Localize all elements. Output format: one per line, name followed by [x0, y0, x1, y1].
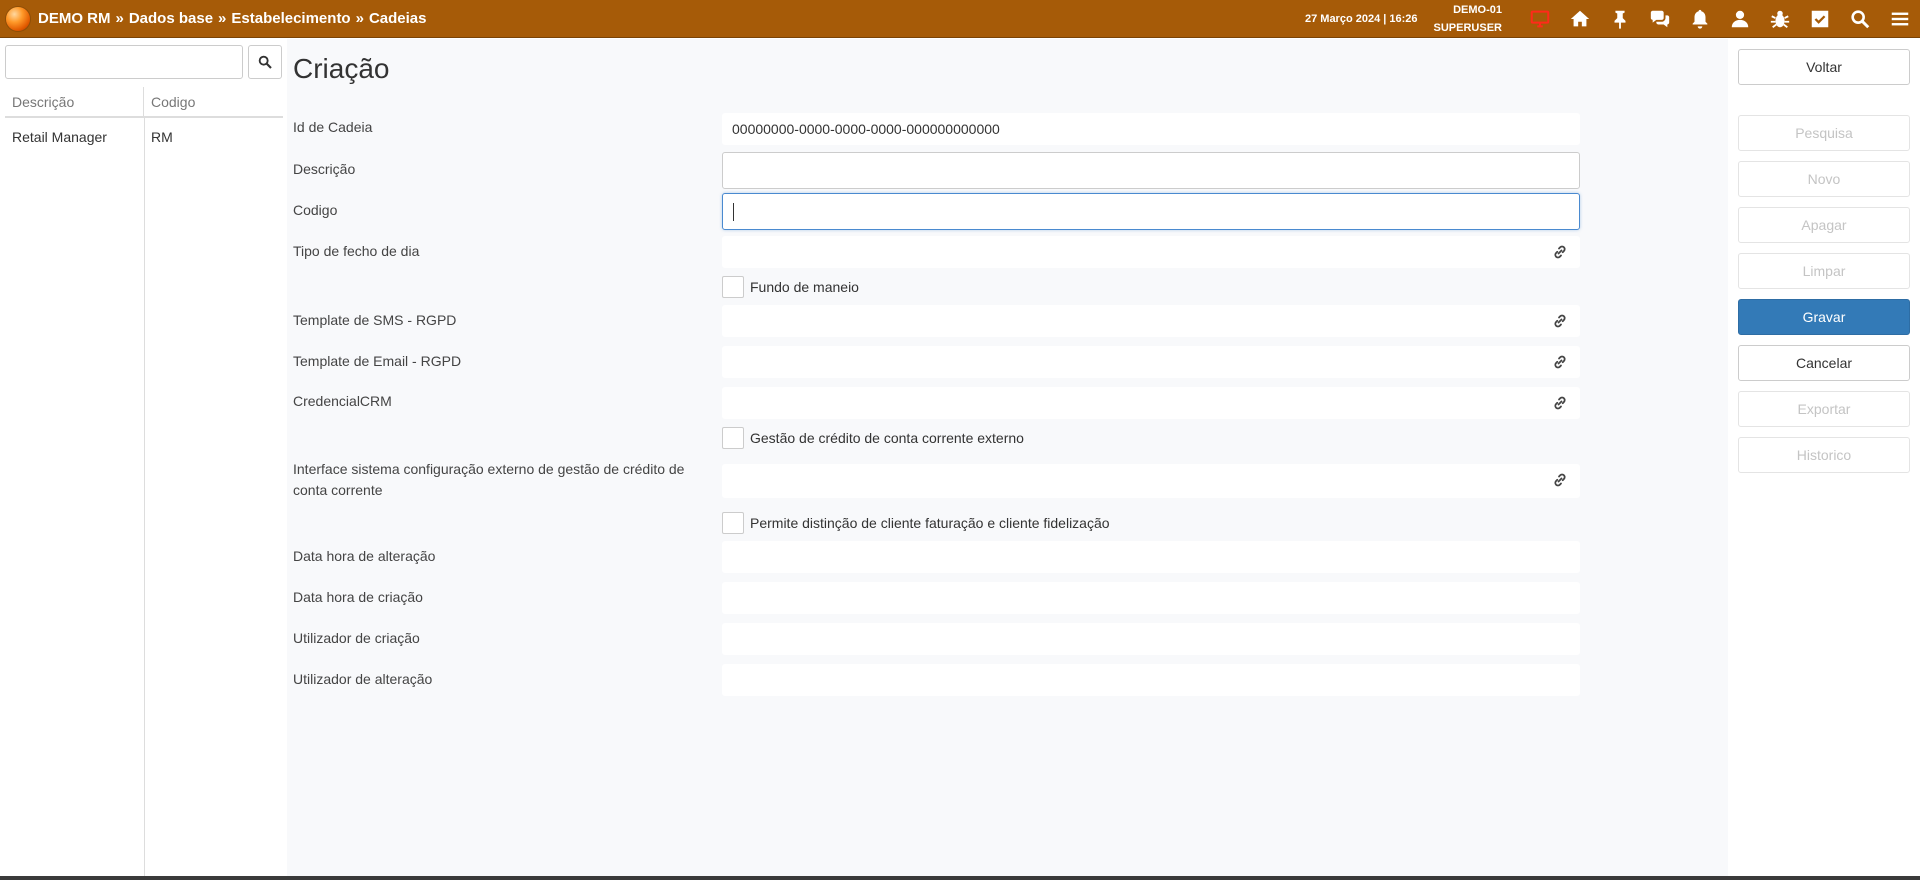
breadcrumb-item-estabelecimento[interactable]: Estabelecimento: [231, 10, 350, 27]
breadcrumb: DEMO RM » Dados base » Estabelecimento »…: [38, 10, 427, 27]
cell-descricao: Retail Manager: [12, 129, 107, 145]
breadcrumb-item-cadeias[interactable]: Cadeias: [369, 10, 427, 27]
user-icon[interactable]: [1720, 0, 1760, 38]
novo-button[interactable]: Novo: [1738, 161, 1910, 197]
user-name: SUPERUSER: [1433, 21, 1502, 34]
distincao-cliente-checkbox[interactable]: [722, 512, 744, 534]
pin-icon[interactable]: [1600, 0, 1640, 38]
gestao-credito-label: Gestão de crédito de conta corrente exte…: [750, 430, 1024, 446]
exportar-button[interactable]: Exportar: [1738, 391, 1910, 427]
breadcrumb-separator: »: [355, 10, 364, 27]
monitor-icon[interactable]: [1520, 0, 1560, 38]
label-utilizador-alteracao: Utilizador de alteração: [293, 671, 433, 687]
historico-button[interactable]: Historico: [1738, 437, 1910, 473]
data-alteracao-field: [722, 541, 1580, 573]
bell-icon[interactable]: [1680, 0, 1720, 38]
gravar-button[interactable]: Gravar: [1738, 299, 1910, 335]
link-icon[interactable]: [1552, 244, 1568, 260]
text-caret: [733, 202, 734, 221]
interface-sistema-field[interactable]: [722, 464, 1580, 498]
utilizador-alteracao-field: [722, 664, 1580, 696]
label-data-alteracao: Data hora de alteração: [293, 548, 436, 564]
label-tipo-fecho: Tipo de fecho de dia: [293, 243, 420, 259]
limpar-button[interactable]: Limpar: [1738, 253, 1910, 289]
page-title: Criação: [293, 53, 390, 84]
breadcrumb-item-dados-base[interactable]: Dados base: [129, 10, 213, 27]
label-template-email: Template de Email - RGPD: [293, 353, 462, 369]
bottom-strip: [0, 876, 1920, 880]
cell-codigo: RM: [151, 129, 173, 145]
link-icon[interactable]: [1552, 472, 1568, 488]
search-icon: [258, 55, 272, 69]
utilizador-criacao-field: [722, 623, 1580, 655]
column-header-codigo[interactable]: Codigo: [144, 87, 283, 116]
label-descricao: Descrição: [293, 161, 356, 177]
distincao-cliente-checkbox-row[interactable]: Permite distinção de cliente faturação e…: [722, 512, 1110, 534]
bug-icon[interactable]: [1760, 0, 1800, 38]
action-panel: Voltar Pesquisa Novo Apagar Limpar Grava…: [1728, 39, 1920, 880]
template-email-field[interactable]: [722, 346, 1580, 378]
fundo-maneio-checkbox[interactable]: [722, 276, 744, 298]
search-input[interactable]: [5, 45, 243, 79]
label-credencial-crm: CredencialCRM: [293, 393, 392, 409]
menu-icon[interactable]: [1880, 0, 1920, 38]
logo-icon[interactable]: [6, 6, 30, 31]
column-divider: [144, 118, 145, 878]
fundo-maneio-checkbox-row[interactable]: Fundo de maneio: [722, 276, 859, 298]
id-cadeia-field: 00000000-0000-0000-0000-000000000000: [722, 113, 1580, 145]
label-codigo: Codigo: [293, 202, 338, 218]
label-data-criacao: Data hora de criação: [293, 589, 423, 605]
column-header-descricao[interactable]: Descrição: [5, 87, 144, 116]
gestao-credito-checkbox-row[interactable]: Gestão de crédito de conta corrente exte…: [722, 427, 1024, 449]
fundo-maneio-label: Fundo de maneio: [750, 279, 859, 295]
home-icon[interactable]: [1560, 0, 1600, 38]
descricao-input[interactable]: [722, 152, 1580, 189]
breadcrumb-separator: »: [115, 10, 124, 27]
distincao-cliente-label: Permite distinção de cliente faturação e…: [750, 515, 1110, 531]
label-interface-sistema: Interface sistema configuração externo d…: [293, 461, 685, 498]
cancelar-button[interactable]: Cancelar: [1738, 345, 1910, 381]
template-sms-field[interactable]: [722, 305, 1580, 337]
credencial-crm-field[interactable]: [722, 387, 1580, 419]
user-info[interactable]: DEMO-01 SUPERUSER: [1434, 1, 1502, 37]
link-icon[interactable]: [1552, 354, 1568, 370]
top-bar: DEMO RM » Dados base » Estabelecimento »…: [0, 0, 1920, 38]
search-icon[interactable]: [1840, 0, 1880, 38]
checklist-icon[interactable]: [1800, 0, 1840, 38]
left-panel: Descrição Codigo Retail Manager RM: [0, 39, 286, 880]
link-icon[interactable]: [1552, 313, 1568, 329]
label-id-cadeia: Id de Cadeia: [293, 119, 373, 135]
breadcrumb-app[interactable]: DEMO RM: [38, 10, 111, 27]
main-form: Criação Id de Cadeia 00000000-0000-0000-…: [287, 39, 1728, 880]
label-utilizador-criacao: Utilizador de criação: [293, 630, 420, 646]
search-button[interactable]: [248, 45, 282, 79]
link-icon[interactable]: [1552, 395, 1568, 411]
topbar-right: 27 Março 2024 | 16:26 DEMO-01 SUPERUSER: [1305, 0, 1920, 37]
company-name: DEMO-01: [1453, 3, 1502, 16]
grid-header: Descrição Codigo: [5, 87, 283, 118]
datetime: 27 Março 2024 | 16:26: [1304, 12, 1418, 25]
label-template-sms: Template de SMS - RGPD: [293, 312, 457, 328]
codigo-input[interactable]: [722, 193, 1580, 230]
apagar-button[interactable]: Apagar: [1738, 207, 1910, 243]
gestao-credito-checkbox[interactable]: [722, 427, 744, 449]
tipo-fecho-field[interactable]: [722, 236, 1580, 268]
data-criacao-field: [722, 582, 1580, 614]
table-row[interactable]: Retail Manager RM: [5, 120, 283, 154]
id-cadeia-value: 00000000-0000-0000-0000-000000000000: [732, 121, 1000, 137]
breadcrumb-separator: »: [218, 10, 227, 27]
pesquisa-button[interactable]: Pesquisa: [1738, 115, 1910, 151]
voltar-button[interactable]: Voltar: [1738, 49, 1910, 85]
chat-icon[interactable]: [1640, 0, 1680, 38]
